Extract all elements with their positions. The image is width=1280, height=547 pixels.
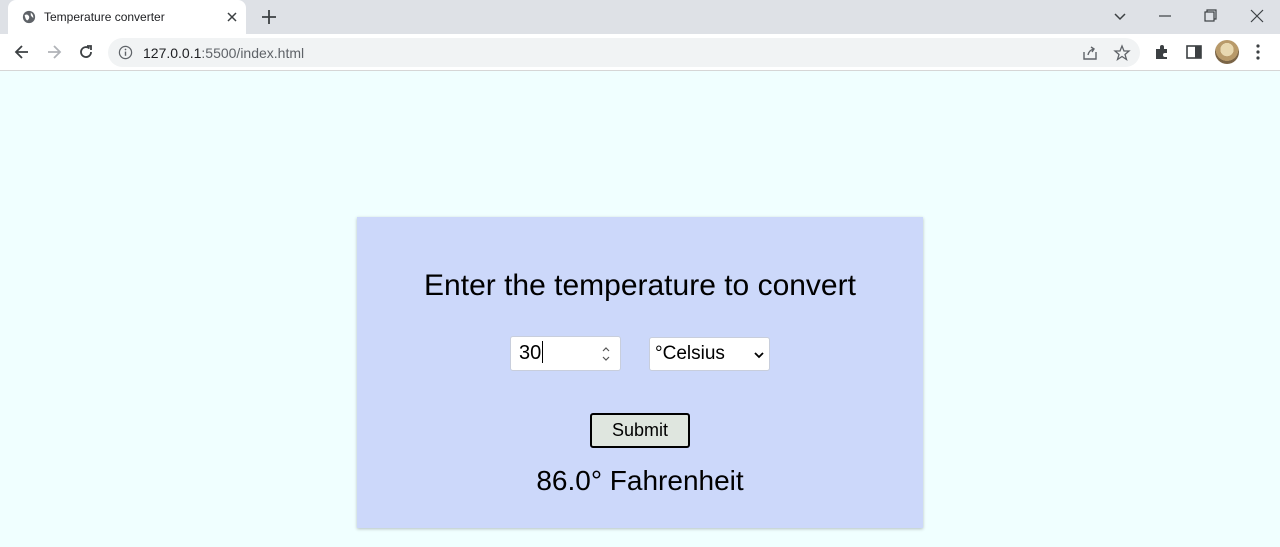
profile-avatar[interactable] <box>1215 40 1239 64</box>
unit-select[interactable]: °Celsius <box>649 337 770 371</box>
browser-toolbar: 127.0.0.1:5500/index.html <box>0 34 1280 71</box>
chevron-down-icon <box>754 352 764 359</box>
extensions-icon[interactable] <box>1152 42 1172 62</box>
url-host: 127.0.0.1 <box>143 45 202 61</box>
restore-icon[interactable] <box>1200 6 1220 26</box>
converter-card: Enter the temperature to convert 30 °Cel… <box>357 217 923 528</box>
conversion-result: 86.0° Fahrenheit <box>536 465 744 496</box>
tab-search-icon[interactable] <box>1110 6 1130 26</box>
minimize-icon[interactable] <box>1155 6 1175 26</box>
browser-tab[interactable]: Temperature converter <box>8 0 246 34</box>
submit-button[interactable]: Submit <box>590 413 690 448</box>
temperature-input-value: 30 <box>519 342 542 364</box>
globe-icon <box>22 10 36 24</box>
url-path: :5500/index.html <box>201 45 305 61</box>
back-icon[interactable] <box>12 42 32 62</box>
number-spinner-icon[interactable] <box>600 343 612 365</box>
share-icon[interactable] <box>1081 44 1099 62</box>
temperature-input[interactable]: 30 <box>510 336 621 371</box>
more-menu-icon[interactable] <box>1248 42 1268 62</box>
tab-strip: Temperature converter <box>0 0 1280 34</box>
close-window-icon[interactable] <box>1247 6 1267 26</box>
forward-icon[interactable] <box>44 42 64 62</box>
side-panel-icon[interactable] <box>1184 42 1204 62</box>
unit-select-value: °Celsius <box>655 343 725 364</box>
new-tab-icon[interactable] <box>259 7 279 27</box>
address-bar[interactable]: 127.0.0.1:5500/index.html <box>108 38 1140 67</box>
reload-icon[interactable] <box>76 42 96 62</box>
url-text: 127.0.0.1:5500/index.html <box>143 45 304 61</box>
site-info-icon[interactable] <box>118 45 133 60</box>
text-caret <box>542 341 544 363</box>
tab-title: Temperature converter <box>44 10 165 24</box>
close-tab-icon[interactable] <box>223 8 241 26</box>
page-title: Enter the temperature to convert <box>424 269 856 302</box>
bookmark-star-icon[interactable] <box>1113 44 1131 62</box>
